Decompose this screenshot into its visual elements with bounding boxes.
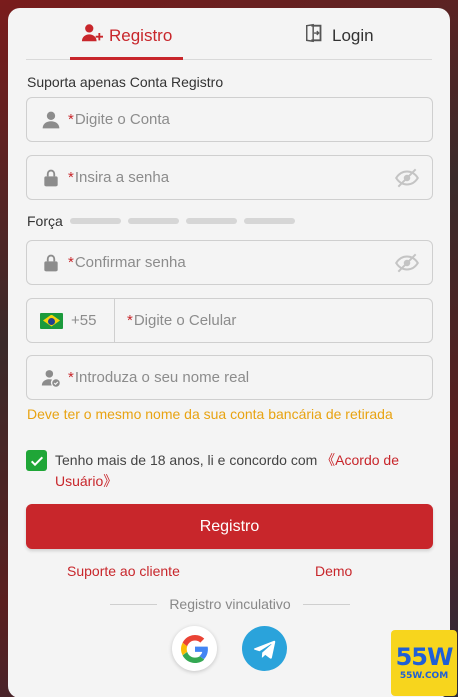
- login-door-icon: [304, 22, 326, 49]
- tab-login-label: Login: [332, 25, 374, 45]
- terms-text: Tenho mais de 18 anos, li e concordo com…: [55, 452, 399, 489]
- divider-line: [302, 603, 351, 605]
- strength-bar: [243, 218, 295, 224]
- tab-register[interactable]: Registro: [81, 22, 172, 49]
- password-strength: Força: [27, 213, 295, 229]
- eye-hidden-icon[interactable]: [394, 165, 420, 191]
- strength-bar: [185, 218, 237, 224]
- tab-login[interactable]: Login: [304, 22, 374, 49]
- register-button[interactable]: Registro: [26, 504, 433, 549]
- auth-tabs: Registro Login: [26, 8, 432, 60]
- confirm-password-field[interactable]: *Confirmar senha: [26, 240, 433, 285]
- google-login-button[interactable]: [172, 626, 217, 671]
- terms-agreement: Tenho mais de 18 anos, li e concordo com…: [26, 450, 416, 492]
- watermark-big: 55W: [395, 643, 454, 671]
- telegram-icon: [253, 640, 275, 659]
- brazil-flag-icon: [40, 312, 63, 329]
- password-placeholder: *Insira a senha: [68, 169, 170, 186]
- user-icon: [40, 109, 62, 131]
- add-user-icon: [81, 22, 103, 49]
- country-code-selector[interactable]: +55: [27, 299, 115, 342]
- lock-icon: [40, 167, 62, 189]
- google-icon: [180, 634, 208, 663]
- eye-hidden-icon[interactable]: [394, 250, 420, 276]
- real-name-placeholder: *Introduza o seu nome real: [68, 369, 250, 386]
- tab-register-label: Registro: [109, 25, 173, 45]
- phone-field[interactable]: +55 *Digite o Celular: [26, 298, 433, 343]
- check-icon: [30, 456, 43, 466]
- terms-checkbox[interactable]: [26, 450, 47, 471]
- social-divider: Registro vinculativo: [110, 596, 351, 612]
- strength-bar: [69, 218, 121, 224]
- confirm-placeholder: *Confirmar senha: [68, 254, 186, 271]
- account-field[interactable]: *Digite o Conta: [26, 97, 433, 142]
- social-divider-text: Registro vinculativo: [169, 596, 291, 612]
- active-tab-indicator: [70, 57, 183, 60]
- real-name-warning: Deve ter o mesmo nome da sua conta bancá…: [27, 406, 393, 422]
- phone-code: +55: [71, 312, 97, 329]
- lock-icon: [40, 252, 62, 274]
- form-hint: Suporta apenas Conta Registro: [27, 74, 224, 90]
- phone-placeholder: *Digite o Celular: [127, 312, 237, 329]
- 55w-watermark-logo: 55W 55W.COM: [391, 630, 457, 696]
- divider-line: [110, 603, 158, 605]
- user-verified-icon: [40, 367, 62, 389]
- strength-label: Força: [27, 213, 63, 229]
- telegram-login-button[interactable]: [242, 626, 287, 671]
- password-field[interactable]: *Insira a senha: [26, 155, 433, 200]
- strength-bar: [127, 218, 179, 224]
- account-placeholder: *Digite o Conta: [68, 111, 170, 128]
- real-name-field[interactable]: *Introduza o seu nome real: [26, 355, 433, 400]
- register-card: Registro Login Suporta apenas Conta Regi…: [8, 8, 450, 697]
- demo-link[interactable]: Demo: [315, 563, 352, 579]
- customer-support-link[interactable]: Suporte ao cliente: [67, 563, 180, 579]
- watermark-small: 55W.COM: [399, 671, 449, 681]
